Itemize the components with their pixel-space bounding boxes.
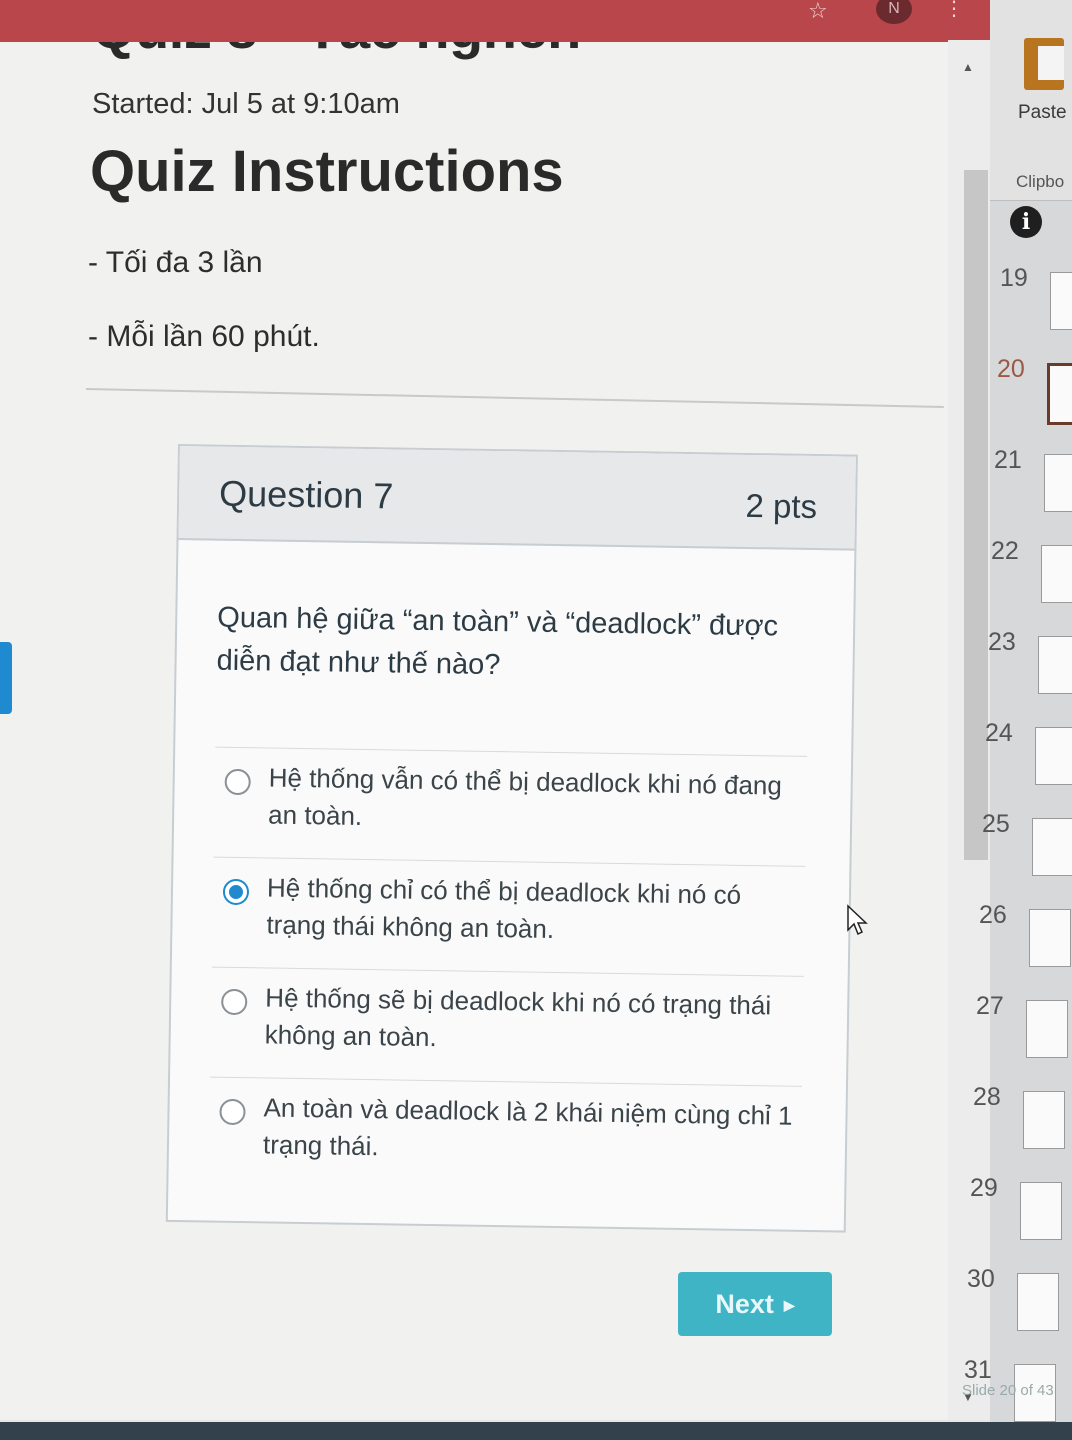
browser-top-bar: ☆ N ⋮ <box>0 0 1000 42</box>
answer-label: Hệ thống vẫn có thể bị deadlock khi nó đ… <box>267 762 783 831</box>
side-tab-handle[interactable] <box>0 642 12 714</box>
question-text: Quan hệ giữa “an toàn” và “deadlock” đượ… <box>216 601 779 682</box>
answer-label: Hệ thống chỉ có thể bị deadlock khi nó c… <box>266 872 742 944</box>
question-header: Question 7 2 pts <box>178 446 856 551</box>
taskbar <box>0 1422 1072 1440</box>
divider <box>85 388 944 408</box>
page-scrollbar[interactable]: ▲ ▼ <box>948 40 990 1420</box>
profile-avatar[interactable]: N <box>876 0 912 24</box>
answer-option-2[interactable]: Hệ thống chỉ có thể bị deadlock khi nó c… <box>222 869 803 978</box>
slide-thumbnail[interactable] <box>1050 272 1072 330</box>
slide-thumbnail[interactable] <box>1023 1091 1065 1149</box>
ribbon <box>990 0 1072 201</box>
slide-number: 19 <box>1000 264 1028 292</box>
answer-option-1[interactable]: Hệ thống vẫn có thể bị deadlock khi nó đ… <box>223 759 804 868</box>
radio-button[interactable] <box>219 1098 246 1126</box>
radio-button-selected[interactable] <box>222 878 250 906</box>
radio-button[interactable] <box>221 988 248 1016</box>
question-points: 2 pts <box>745 486 818 526</box>
question-title: Question 7 <box>218 472 394 517</box>
slide-number: 25 <box>982 810 1010 838</box>
next-label: Next <box>715 1288 774 1319</box>
slide-number: 21 <box>994 446 1022 474</box>
slide-number: 20 <box>997 355 1025 383</box>
scroll-up-icon[interactable]: ▲ <box>962 60 974 74</box>
star-icon[interactable]: ☆ <box>808 0 828 24</box>
cursor-icon <box>847 904 868 936</box>
slide-thumbnail[interactable] <box>1035 727 1072 785</box>
info-icon[interactable]: i <box>1010 206 1042 238</box>
play-arrow-icon: ▶ <box>783 1296 795 1313</box>
question-card: Question 7 2 pts Quan hệ giữa “an toàn” … <box>165 444 858 1233</box>
slide-thumbnail[interactable] <box>1026 1000 1068 1058</box>
paste-icon[interactable] <box>1024 38 1064 90</box>
slide-thumbnail[interactable] <box>1029 909 1071 967</box>
scrollbar-thumb[interactable] <box>964 170 988 860</box>
slide-number: 29 <box>970 1174 998 1202</box>
slide-number: 30 <box>967 1265 995 1293</box>
instructions-heading: Quiz Instructions <box>90 139 564 204</box>
radio-button[interactable] <box>224 768 251 796</box>
answer-option-3[interactable]: Hệ thống sẽ bị deadlock khi nó có trạng … <box>220 979 801 1088</box>
instruction-line: - Mỗi lần 60 phút. <box>88 320 320 353</box>
slide-thumbnail[interactable] <box>1017 1273 1059 1331</box>
paste-label[interactable]: Paste <box>1018 102 1067 124</box>
slide-thumbnail[interactable] <box>1038 636 1072 694</box>
slide-number: 27 <box>976 992 1004 1020</box>
clipboard-label: Clipbo <box>1016 172 1065 191</box>
slide-thumbnail[interactable] <box>1041 545 1072 603</box>
slide-thumbnail[interactable] <box>1020 1182 1062 1240</box>
started-time: Started: Jul 5 at 9:10am <box>92 88 400 120</box>
slide-thumbnail[interactable] <box>1044 454 1072 512</box>
slide-number: 24 <box>985 719 1013 747</box>
answer-label: Hệ thống sẽ bị deadlock khi nó có trạng … <box>264 982 772 1053</box>
slide-thumbnail[interactable] <box>1032 818 1072 876</box>
slide-number: 23 <box>988 628 1016 656</box>
instruction-line: - Tối đa 3 lần <box>88 246 263 279</box>
slide-number: 26 <box>979 901 1007 929</box>
slide-count: Slide 20 of 43 <box>962 1382 1054 1399</box>
slide-number: 31 <box>964 1356 992 1384</box>
slide-thumbnail[interactable] <box>1047 363 1072 425</box>
quiz-page: Quiz 8 - Tắc nghẽn Started: Jul 5 at 9:1… <box>0 0 960 1420</box>
answer-option-4[interactable]: An toàn và deadlock là 2 khái niệm cùng … <box>218 1089 799 1198</box>
kebab-menu-icon[interactable]: ⋮ <box>944 0 964 21</box>
answer-separator <box>215 746 808 757</box>
answer-label: An toàn và deadlock là 2 khái niệm cùng … <box>262 1092 793 1162</box>
next-button[interactable]: Next ▶ <box>678 1272 832 1336</box>
slide-number: 28 <box>973 1083 1001 1111</box>
slide-number: 22 <box>991 537 1019 565</box>
